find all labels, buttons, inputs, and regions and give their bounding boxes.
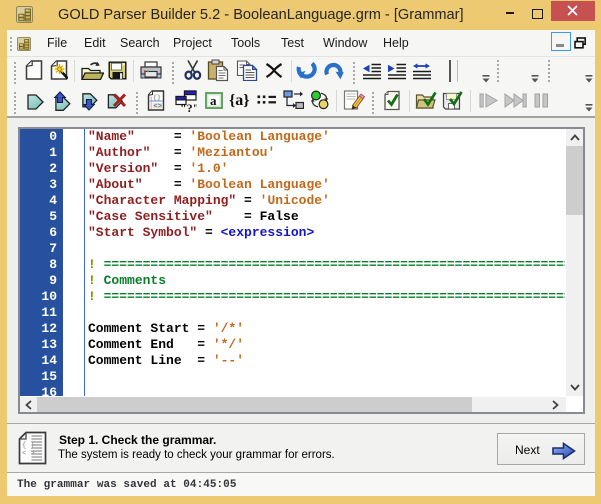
svg-text:a: a: [210, 93, 217, 108]
svg-text:<>: <>: [154, 103, 162, 111]
svg-text:"?": "?": [180, 101, 197, 112]
svg-text:{a}: {a}: [229, 92, 250, 109]
svg-text:{}: {}: [153, 94, 161, 101]
svg-text:< >: < >: [22, 450, 35, 458]
svg-text:{ }: { }: [22, 442, 35, 450]
